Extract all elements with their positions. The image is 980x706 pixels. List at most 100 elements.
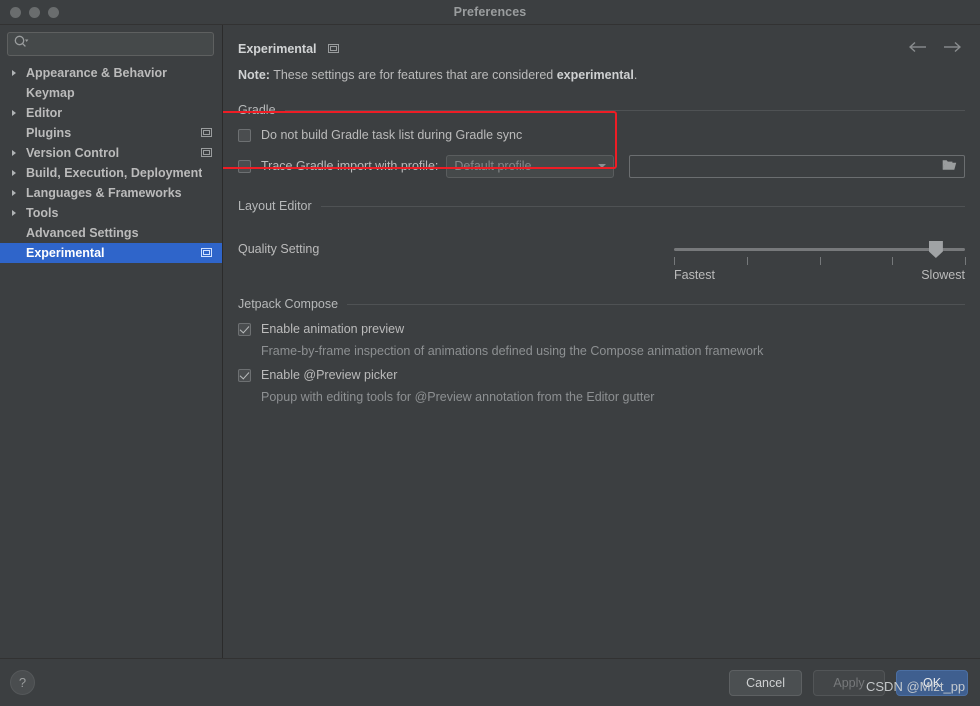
dialog-footer: ? Cancel Apply OK — [0, 658, 980, 706]
back-arrow-icon[interactable] — [908, 40, 927, 58]
preferences-window: Preferences Appearance & Behavior Keymap… — [0, 0, 980, 706]
sidebar-item-label: Experimental — [26, 246, 105, 260]
trace-import-label: Trace Gradle import with profile: — [261, 159, 439, 173]
trace-import-checkbox[interactable] — [238, 159, 251, 173]
expand-chevron-icon[interactable] — [10, 110, 26, 116]
sidebar-item-build-execution-deployment[interactable]: Build, Execution, Deployment — [0, 163, 222, 183]
slider-tick — [819, 257, 821, 265]
section-rule — [347, 303, 965, 305]
checkbox-row-compose-0[interactable]: Enable animation preview — [238, 318, 965, 340]
sidebar-item-label: Appearance & Behavior — [26, 66, 168, 80]
slider-track[interactable] — [674, 248, 965, 251]
jetpack-compose-options: Enable animation preview Frame-by-frame i… — [238, 318, 965, 404]
sidebar-item-label: Editor — [26, 106, 63, 120]
forward-arrow-icon[interactable] — [943, 40, 962, 58]
sidebar-item-label: Tools — [26, 206, 59, 220]
search-icon — [14, 35, 29, 53]
window-body: Appearance & Behavior Keymap Editor Plugins… — [0, 25, 980, 658]
note-prefix: Note: — [238, 68, 270, 82]
chevron-right-icon — [12, 210, 16, 216]
section-label-gradle: Gradle — [238, 103, 276, 117]
compose-option-description: Frame-by-frame inspection of animations … — [261, 344, 764, 358]
slider-ticks — [674, 257, 966, 265]
slider-thumb[interactable] — [928, 241, 943, 258]
apply-button: Apply — [813, 669, 885, 696]
quality-setting-row: Quality Setting Fastest Slowest — [238, 230, 966, 282]
panel-window-icon — [201, 126, 212, 140]
panel-window-icon — [201, 146, 212, 160]
section-header-jetpack-compose: Jetpack Compose — [238, 296, 965, 312]
trace-import-row: Trace Gradle import with profile: Defaul… — [238, 154, 965, 178]
search-container — [0, 25, 222, 61]
window-title: Preferences — [453, 5, 527, 19]
sidebar-item-label: Languages & Frameworks — [26, 186, 182, 200]
quality-setting-label: Quality Setting — [238, 242, 320, 256]
cancel-button[interactable]: Cancel — [729, 669, 802, 696]
expand-chevron-icon[interactable] — [10, 70, 26, 76]
section-label-layout-editor: Layout Editor — [238, 199, 312, 213]
sidebar-item-languages-frameworks[interactable]: Languages & Frameworks — [0, 183, 222, 203]
settings-tree: Appearance & Behavior Keymap Editor Plugins… — [0, 63, 222, 263]
chevron-right-icon — [12, 110, 16, 116]
slider-tick — [892, 257, 894, 265]
note-emphasis: experimental — [556, 68, 634, 82]
sidebar-item-experimental[interactable]: Experimental — [0, 243, 222, 263]
section-header-gradle: Gradle — [238, 102, 965, 118]
do-not-build-label: Do not build Gradle task list during Gra… — [261, 128, 523, 142]
do-not-build-checkbox[interactable] — [238, 128, 251, 142]
settings-sidebar: Appearance & Behavior Keymap Editor Plugins… — [0, 25, 223, 658]
sidebar-item-keymap[interactable]: Keymap — [0, 83, 222, 103]
note-suffix: . — [633, 68, 638, 82]
slider-tick — [965, 257, 966, 265]
checkbox-row-do-not-build[interactable]: Do not build Gradle task list during Gra… — [238, 124, 965, 146]
compose-option-checkbox[interactable] — [238, 368, 251, 382]
settings-content: Gradle Do not build Gradle task list dur… — [223, 102, 980, 404]
slider-tick — [674, 257, 675, 265]
compose-option-checkbox[interactable] — [238, 322, 251, 336]
sidebar-item-label: Keymap — [26, 86, 75, 100]
sidebar-item-editor[interactable]: Editor — [0, 103, 222, 123]
compose-option-label: Enable @Preview picker — [261, 368, 398, 382]
note-text: These settings are for features that are… — [269, 68, 557, 82]
trace-path-input[interactable] — [629, 154, 965, 178]
slider-min-label: Fastest — [674, 268, 715, 282]
chevron-right-icon — [12, 150, 16, 156]
profile-select-value: Default profile — [454, 159, 532, 173]
chevron-right-icon — [12, 170, 16, 176]
panel-window-icon — [327, 40, 339, 58]
search-input[interactable] — [7, 32, 214, 56]
expand-chevron-icon[interactable] — [10, 210, 26, 216]
help-button[interactable]: ? — [10, 670, 35, 695]
checkbox-row-compose-1[interactable]: Enable @Preview picker — [238, 364, 965, 386]
sidebar-item-tools[interactable]: Tools — [0, 203, 222, 223]
chevron-right-icon — [12, 70, 16, 76]
ok-button[interactable]: OK — [896, 669, 968, 696]
settings-detail-panel: Experimental Note: These settings are fo… — [223, 25, 980, 658]
slider-max-label: Slowest — [921, 268, 965, 282]
profile-select[interactable]: Default profile — [446, 154, 615, 178]
slider-end-labels: Fastest Slowest — [674, 268, 965, 282]
compose-option-label: Enable animation preview — [261, 322, 405, 336]
sidebar-item-label: Plugins — [26, 126, 72, 140]
sidebar-item-label: Advanced Settings — [26, 226, 139, 240]
title-bar: Preferences — [0, 0, 980, 25]
panel-header: Experimental — [223, 25, 980, 59]
sidebar-item-version-control[interactable]: Version Control — [0, 143, 222, 163]
navigation-arrows — [908, 40, 966, 58]
sidebar-item-plugins[interactable]: Plugins — [0, 123, 222, 143]
quality-slider[interactable]: Fastest Slowest — [674, 234, 966, 282]
sidebar-item-appearance-behavior[interactable]: Appearance & Behavior — [0, 63, 222, 83]
slider-tick — [746, 257, 748, 265]
section-label-jetpack-compose: Jetpack Compose — [238, 297, 339, 311]
page-title: Experimental — [238, 41, 317, 56]
section-rule — [284, 109, 965, 111]
expand-chevron-icon[interactable] — [10, 150, 26, 156]
sidebar-item-advanced-settings[interactable]: Advanced Settings — [0, 223, 222, 243]
sidebar-item-label: Build, Execution, Deployment — [26, 166, 203, 180]
expand-chevron-icon[interactable] — [10, 170, 26, 176]
section-header-layout-editor: Layout Editor — [238, 198, 965, 214]
chevron-down-icon — [598, 164, 607, 168]
chevron-right-icon — [12, 190, 16, 196]
expand-chevron-icon[interactable] — [10, 190, 26, 196]
browse-folder-icon[interactable] — [942, 159, 957, 174]
